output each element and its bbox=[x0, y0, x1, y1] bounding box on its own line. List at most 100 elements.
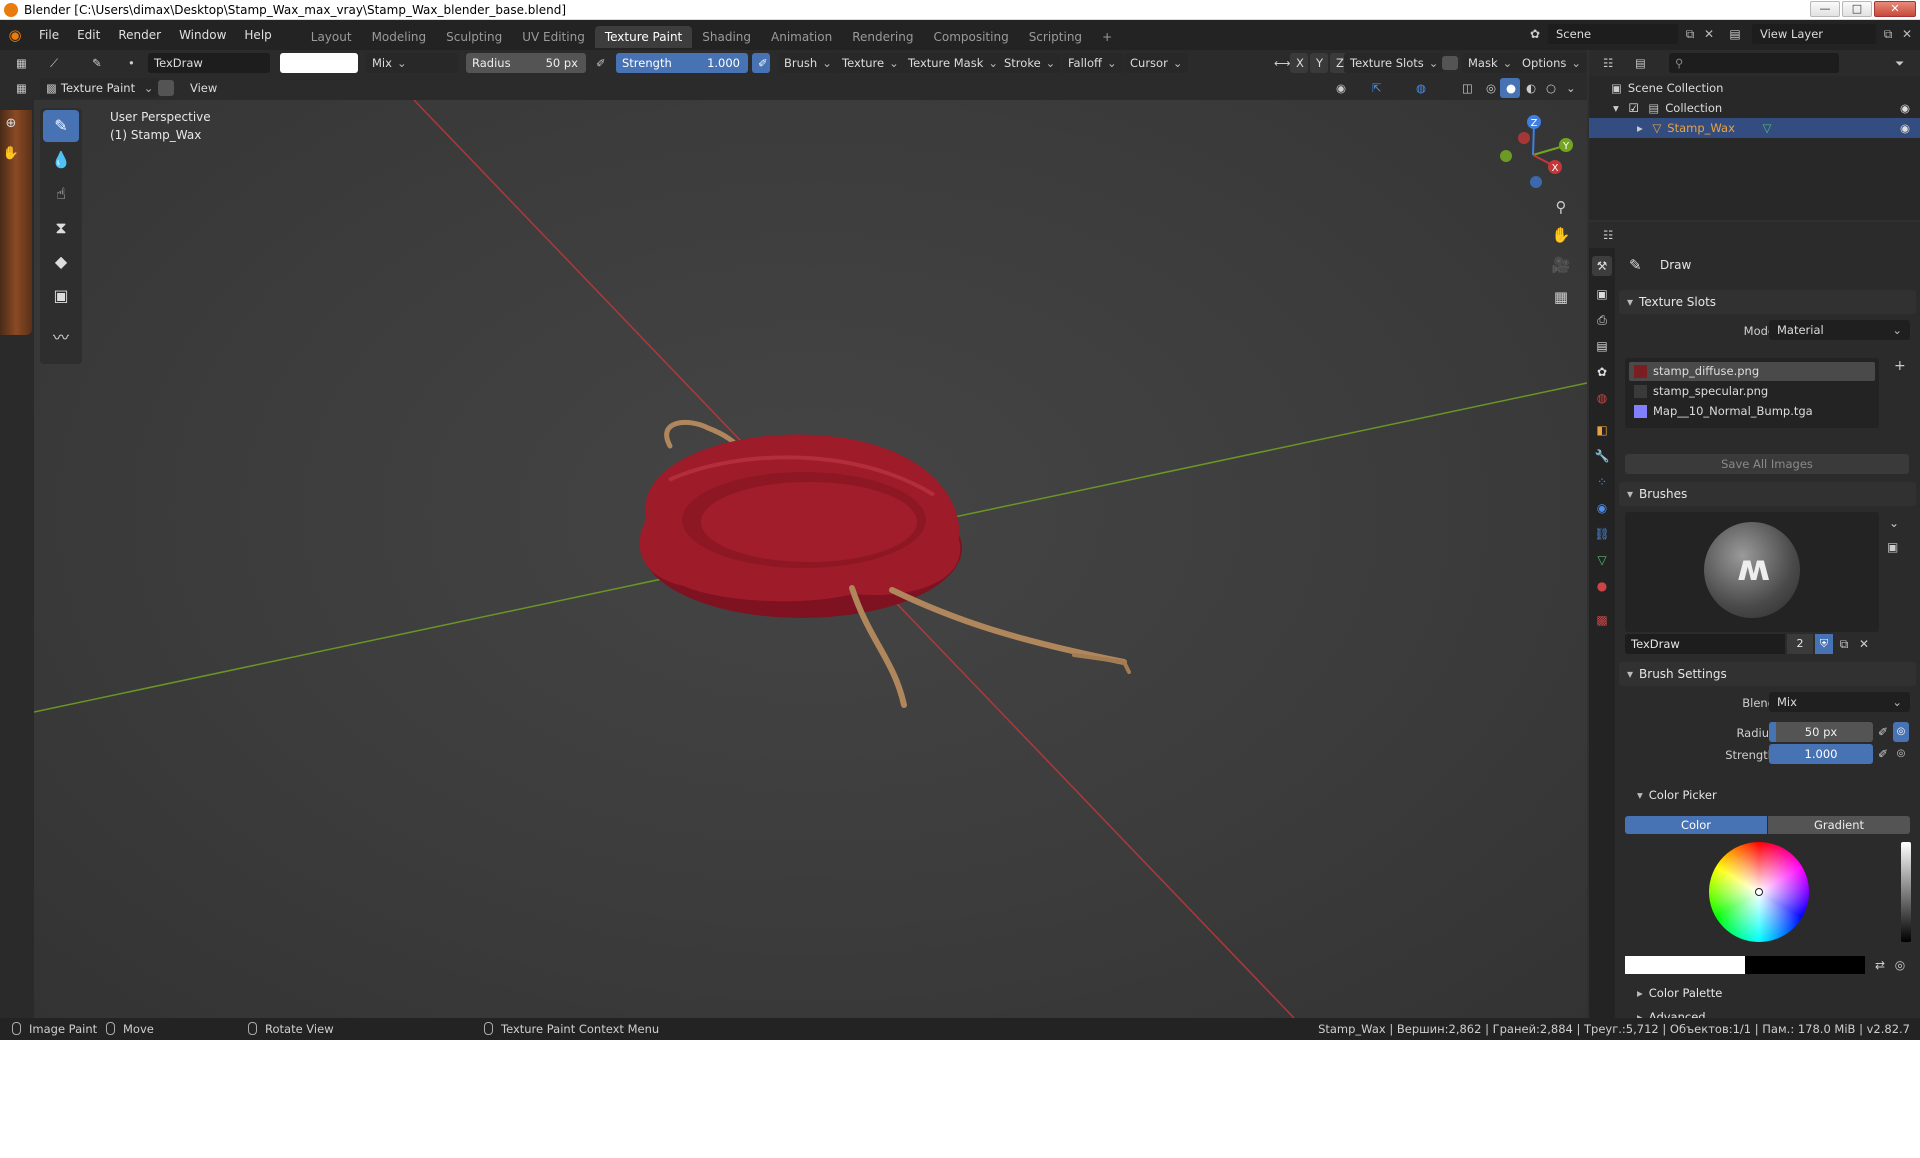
view-layer-selector[interactable]: View Layer bbox=[1752, 24, 1876, 44]
tab-constraints-icon[interactable]: ⛓ bbox=[1592, 524, 1612, 544]
expand-arrow-icon[interactable]: ▸ bbox=[1637, 121, 1643, 135]
viewport-editor-type-icon[interactable]: ▦ bbox=[10, 78, 32, 98]
outliner-display-mode-icon[interactable]: ▤ bbox=[1629, 53, 1653, 73]
tab-modeling[interactable]: Modeling bbox=[362, 26, 437, 48]
stroke-menu[interactable]: Stroke bbox=[998, 53, 1062, 73]
delete-view-layer-icon[interactable]: ✕ bbox=[1898, 24, 1916, 44]
tab-mesh-data-icon[interactable]: ▽ bbox=[1592, 550, 1612, 570]
tab-uv-editing[interactable]: UV Editing bbox=[512, 26, 595, 48]
draw-tool-icon[interactable]: ✎ bbox=[43, 110, 79, 142]
tab-texture-paint[interactable]: Texture Paint bbox=[594, 26, 693, 48]
brush-preview-box[interactable]: ʍ bbox=[1625, 512, 1879, 632]
mask-dropdown[interactable]: Mask bbox=[1462, 53, 1519, 73]
radius-slider[interactable]: Radius 50 px bbox=[466, 53, 586, 73]
soften-tool-icon[interactable]: 💧 bbox=[43, 144, 79, 176]
tab-layout[interactable]: Layout bbox=[301, 26, 362, 48]
tab-shading[interactable]: Shading bbox=[692, 26, 761, 48]
radius-unit-toggle-icon[interactable]: ◎ bbox=[1893, 722, 1909, 742]
value-slider[interactable] bbox=[1901, 842, 1911, 942]
tab-scripting[interactable]: Scripting bbox=[1019, 26, 1092, 48]
brush-tool-icon[interactable]: ⟋ bbox=[44, 53, 72, 73]
color-picker-subpanel-header[interactable]: ▾ Color Picker bbox=[1637, 784, 1717, 806]
texture-slots-popover[interactable]: Texture Slots bbox=[1344, 53, 1445, 73]
visibility-eye-icon[interactable]: ◉ bbox=[1330, 78, 1356, 98]
color-wheel[interactable] bbox=[1709, 842, 1809, 942]
texture-menu[interactable]: Texture bbox=[836, 53, 905, 73]
properties-editor-type-icon[interactable]: ☷ bbox=[1597, 225, 1623, 245]
blend-mode-dropdown[interactable]: Mix bbox=[366, 53, 458, 73]
texture-slot-item[interactable]: stamp_diffuse.png bbox=[1629, 362, 1875, 381]
secondary-color-swatch[interactable] bbox=[1745, 956, 1865, 974]
annotate-tool-icon[interactable]: 〰 bbox=[43, 322, 79, 354]
brush-preview-image-icon[interactable]: ▣ bbox=[1887, 540, 1898, 554]
cursor-menu[interactable]: Cursor bbox=[1124, 53, 1189, 73]
brush-users-count[interactable]: 2 bbox=[1787, 634, 1813, 654]
blender-menu-icon[interactable]: ◉ bbox=[0, 26, 30, 44]
paint-mask-toggle[interactable] bbox=[158, 80, 174, 96]
mirror-x-toggle[interactable]: X bbox=[1290, 53, 1308, 73]
add-texture-slot-icon[interactable]: + bbox=[1894, 358, 1906, 374]
outliner-row-collection[interactable]: ▾ ☑ ▤ Collection ◉ bbox=[1589, 98, 1920, 118]
outliner-row-stamp-wax[interactable]: ▸ ▽ Stamp_Wax ▽ ◉ bbox=[1589, 118, 1920, 138]
strength-pressure-icon[interactable]: ✐ bbox=[752, 53, 770, 73]
strength-slider[interactable]: Strength 1.000 bbox=[616, 53, 748, 73]
wireframe-shading-icon[interactable]: ◎ bbox=[1480, 78, 1500, 98]
mode-selector[interactable]: ▩ Texture Paint bbox=[40, 78, 160, 98]
object-visibility-eye-icon[interactable]: ◉ bbox=[1900, 118, 1910, 138]
camera-view-icon[interactable]: 🎥 bbox=[1548, 252, 1574, 278]
close-button[interactable]: ✕ bbox=[1874, 1, 1916, 17]
menu-render[interactable]: Render bbox=[109, 20, 170, 50]
tab-animation[interactable]: Animation bbox=[761, 26, 842, 48]
tab-object-icon[interactable]: ◧ bbox=[1592, 420, 1612, 440]
brush-menu[interactable]: Brush bbox=[778, 53, 838, 73]
3d-viewport[interactable] bbox=[34, 100, 1587, 1018]
collapse-arrow-icon[interactable]: ▾ bbox=[1613, 101, 1619, 115]
tab-sculpting[interactable]: Sculpting bbox=[436, 26, 512, 48]
tab-particles-icon[interactable]: ⁘ bbox=[1592, 472, 1612, 492]
tab-compositing[interactable]: Compositing bbox=[923, 26, 1018, 48]
texture-slots-panel-header[interactable]: Texture Slots bbox=[1619, 290, 1916, 314]
pan-icon[interactable]: ✋ bbox=[1548, 222, 1574, 248]
radius-field[interactable]: 50 px bbox=[1769, 722, 1873, 742]
fake-user-shield-icon[interactable]: ⛨ bbox=[1815, 634, 1833, 654]
minimize-button[interactable]: — bbox=[1810, 1, 1840, 17]
tab-view-layer-icon[interactable]: ▤ bbox=[1592, 336, 1612, 356]
gizmo-neg-y-icon[interactable] bbox=[1500, 150, 1512, 162]
tab-output-icon[interactable]: ⎙ bbox=[1592, 310, 1612, 330]
editor-type-icon[interactable]: ▦ bbox=[10, 53, 32, 73]
strength-pressure-toggle-icon[interactable]: ✐ bbox=[1875, 744, 1891, 764]
fill-tool-icon[interactable]: ◆ bbox=[43, 246, 79, 278]
save-all-images-button[interactable]: Save All Images bbox=[1625, 454, 1909, 474]
unlink-brush-icon[interactable]: ✕ bbox=[1855, 634, 1873, 654]
smear-tool-icon[interactable]: ☝ bbox=[43, 178, 79, 210]
scene-selector[interactable]: Scene bbox=[1548, 24, 1678, 44]
shading-options-icon[interactable]: ⌄ bbox=[1560, 78, 1578, 98]
tab-physics-icon[interactable]: ◉ bbox=[1592, 498, 1612, 518]
new-scene-icon[interactable]: ⧉ bbox=[1680, 24, 1700, 44]
overlays-toggle-icon[interactable]: ◍ bbox=[1410, 78, 1436, 98]
menu-file[interactable]: File bbox=[30, 20, 68, 50]
delete-scene-icon[interactable]: ✕ bbox=[1700, 24, 1718, 44]
color-palette-subpanel-header[interactable]: ▸ Color Palette bbox=[1637, 982, 1722, 1004]
brushes-panel-header[interactable]: Brushes bbox=[1619, 482, 1916, 506]
outliner-row-scene-collection[interactable]: ▣ Scene Collection bbox=[1589, 78, 1920, 98]
clone-tool-icon[interactable]: ⧗ bbox=[43, 212, 79, 244]
outliner-filter-icon[interactable]: ⏷ bbox=[1889, 53, 1913, 73]
fake-user-dot-icon[interactable]: • bbox=[122, 53, 144, 73]
texture-slots-mode-dropdown[interactable]: Material bbox=[1769, 320, 1910, 340]
blend-dropdown[interactable]: Mix bbox=[1769, 692, 1910, 712]
menu-window[interactable]: Window bbox=[170, 20, 235, 50]
gizmo-neg-z-icon[interactable] bbox=[1530, 176, 1542, 188]
tab-active-tool-icon[interactable]: ⚒ bbox=[1592, 256, 1612, 276]
tab-render-icon[interactable]: ▣ bbox=[1592, 284, 1612, 304]
radius-pressure-toggle-icon[interactable]: ✐ bbox=[1875, 722, 1891, 742]
tab-material-icon[interactable]: ● bbox=[1592, 576, 1612, 596]
scene-icon[interactable]: ✿ bbox=[1524, 24, 1546, 44]
strength-field[interactable]: 1.000 bbox=[1769, 744, 1873, 764]
collection-checkbox-icon[interactable]: ☑ bbox=[1628, 101, 1638, 115]
strength-unified-toggle-icon[interactable]: ◎ bbox=[1893, 744, 1909, 764]
zoom-view-icon[interactable]: ⊕ bbox=[2, 116, 20, 134]
navigation-gizmo[interactable]: Z Y X bbox=[1488, 110, 1578, 200]
brush-name-field[interactable]: TexDraw bbox=[148, 53, 270, 73]
falloff-menu[interactable]: Falloff bbox=[1062, 53, 1123, 73]
